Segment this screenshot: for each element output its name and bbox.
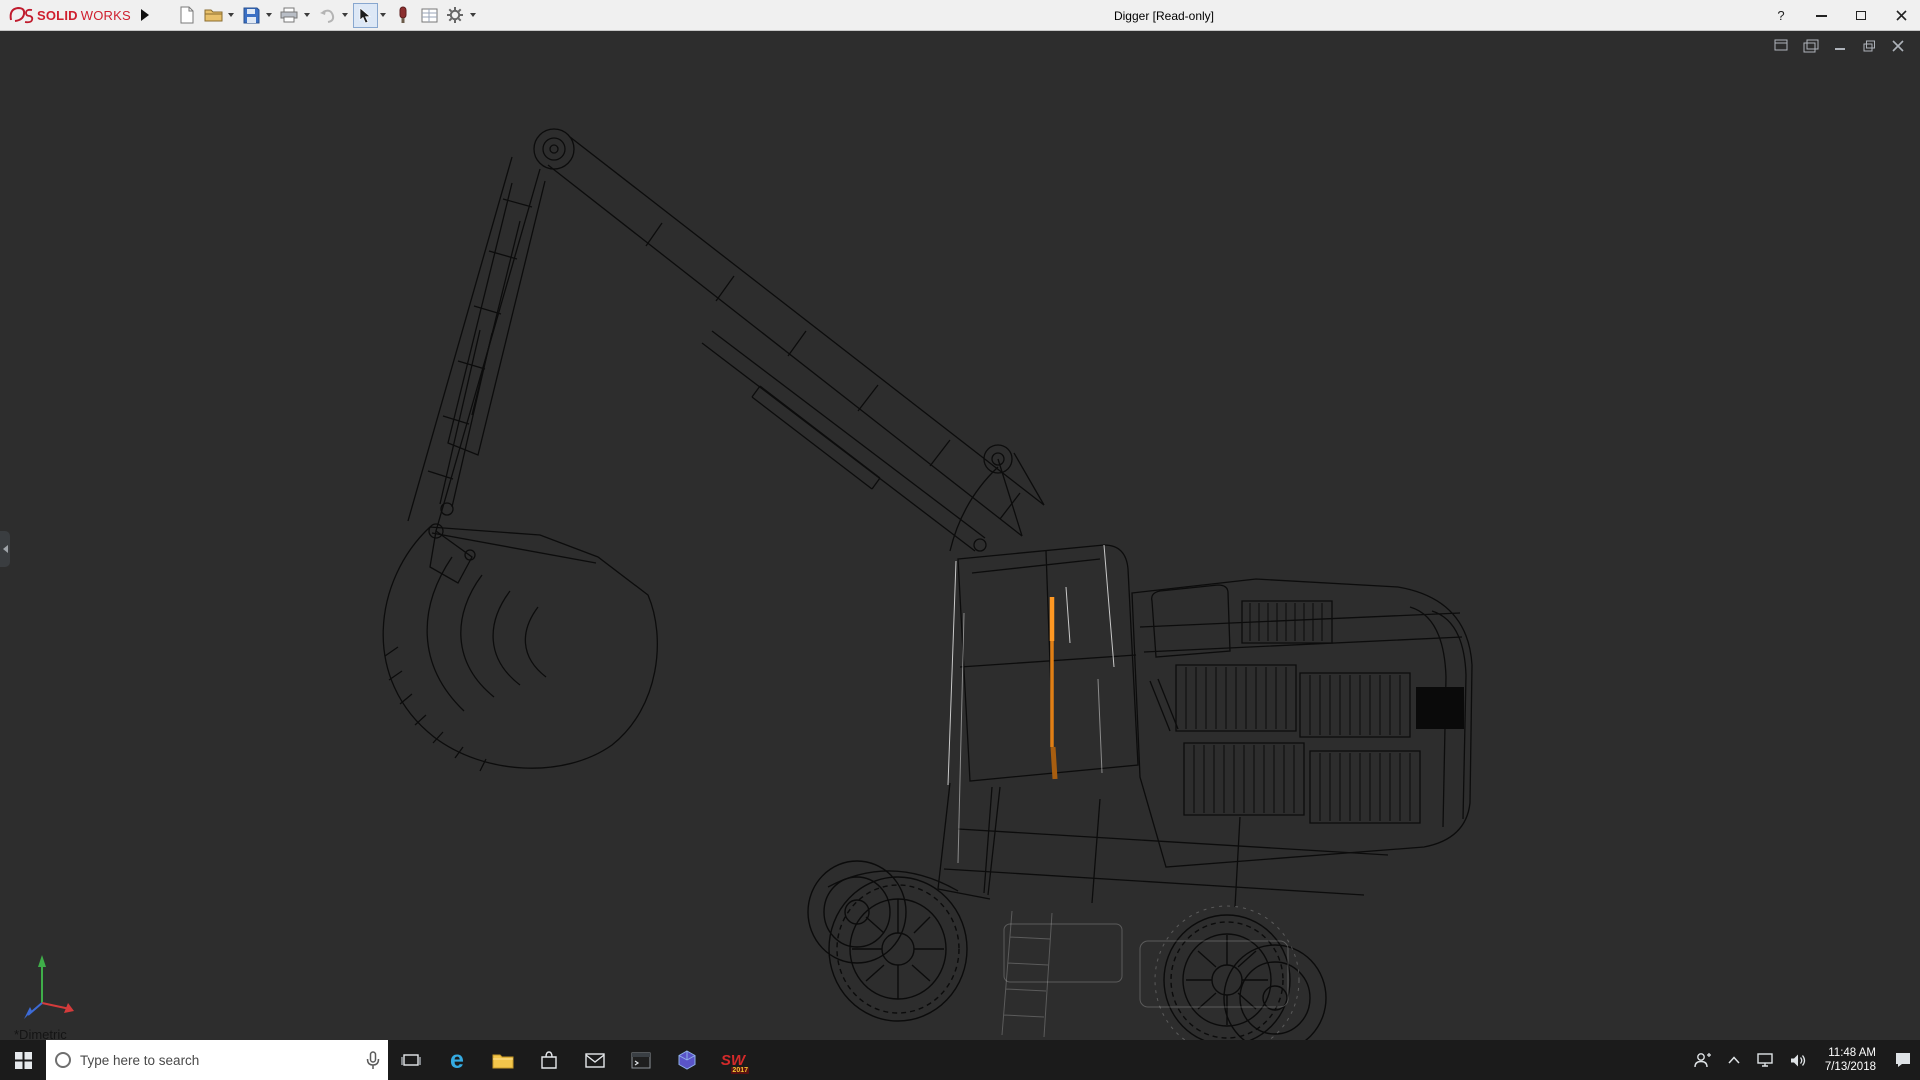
chevron-left-icon: [3, 545, 8, 553]
doc-close-button[interactable]: [1888, 37, 1908, 54]
view-orientation-label: *Dimetric: [14, 1027, 67, 1040]
quick-access-toolbar: [175, 3, 480, 28]
system-tray: 11:48 AM 7/13/2018: [1686, 1040, 1920, 1080]
new-document-icon: [179, 6, 195, 24]
mail-button[interactable]: [572, 1040, 618, 1080]
volume-icon: [1790, 1053, 1807, 1068]
task-view-icon: [401, 1052, 421, 1068]
cortana-circle-icon: [54, 1051, 72, 1069]
screen: SOLIDWORKS: [0, 0, 1920, 1080]
ds-logo-icon: [8, 5, 34, 25]
feature-panel-collapse-tab[interactable]: [0, 531, 10, 567]
edit-appearance-button[interactable]: [391, 3, 416, 28]
print-button[interactable]: [277, 3, 302, 28]
solidworks-brand: SOLIDWORKS: [0, 5, 131, 25]
people-icon: [1694, 1052, 1712, 1068]
minimize-icon: [1834, 40, 1846, 52]
solidworks-taskbar-button[interactable]: SW 2017: [710, 1040, 756, 1080]
cascade-icon: [1803, 39, 1819, 53]
clock-date: 7/13/2018: [1825, 1060, 1876, 1074]
menu-expander-icon[interactable]: [141, 9, 149, 21]
new-document-button[interactable]: [175, 3, 200, 28]
console-button[interactable]: [618, 1040, 664, 1080]
dropdown-caret[interactable]: [228, 13, 234, 17]
network-icon: [1756, 1053, 1774, 1068]
start-button[interactable]: [0, 1040, 46, 1080]
window-icon: [1774, 39, 1790, 53]
document-window-controls: [1772, 37, 1908, 54]
show-hidden-icons-button[interactable]: [1720, 1040, 1748, 1080]
help-button[interactable]: ?: [1772, 6, 1790, 26]
selected-edge-highlight: [1052, 597, 1055, 779]
dropdown-caret[interactable]: [266, 13, 272, 17]
window-controls: ?: [1772, 0, 1910, 31]
taskbar-clock[interactable]: 11:48 AM 7/13/2018: [1815, 1046, 1886, 1074]
edge-icon: e: [450, 1048, 464, 1073]
chevron-up-icon: [1728, 1056, 1740, 1064]
appearance-brush-icon: [397, 6, 409, 24]
titlebar: SOLIDWORKS: [0, 0, 1920, 31]
network-button[interactable]: [1748, 1040, 1782, 1080]
windows-start-icon: [15, 1052, 32, 1069]
dropdown-caret[interactable]: [380, 13, 386, 17]
brand-works-text: WORKS: [81, 8, 131, 23]
view-layout-button[interactable]: [417, 3, 442, 28]
select-button[interactable]: [353, 3, 378, 28]
undo-arrow-icon: [319, 8, 336, 23]
gear-icon: [446, 6, 464, 24]
taskbar-search[interactable]: [46, 1040, 388, 1080]
cursor-arrow-icon: [358, 7, 372, 24]
clock-time: 11:48 AM: [1825, 1046, 1876, 1060]
doc-minimize-button[interactable]: [1830, 37, 1850, 54]
graphics-viewport[interactable]: *Dimetric: [0, 31, 1920, 1040]
printer-icon: [280, 7, 298, 23]
3d-viewer-icon: [677, 1050, 697, 1070]
options-button[interactable]: [443, 3, 468, 28]
file-explorer-icon: [492, 1052, 514, 1069]
mail-envelope-icon: [585, 1053, 605, 1068]
task-view-button[interactable]: [388, 1040, 434, 1080]
save-floppy-icon: [243, 7, 260, 24]
save-button[interactable]: [239, 3, 264, 28]
store-button[interactable]: [526, 1040, 572, 1080]
store-bag-icon: [540, 1051, 558, 1069]
dropdown-caret[interactable]: [342, 13, 348, 17]
search-input[interactable]: [80, 1053, 358, 1068]
close-icon: [1892, 40, 1904, 52]
undo-button[interactable]: [315, 3, 340, 28]
grid-table-icon: [421, 8, 438, 23]
brand-solid-text: SOLID: [37, 8, 78, 23]
solidworks-year-badge: 2017: [731, 1067, 749, 1074]
orientation-triad[interactable]: [16, 949, 86, 1027]
cascade-window-button[interactable]: [1801, 37, 1821, 54]
doc-restore-button[interactable]: [1859, 37, 1879, 54]
action-center-icon: [1894, 1052, 1912, 1068]
volume-button[interactable]: [1782, 1040, 1815, 1080]
close-button[interactable]: [1892, 6, 1910, 26]
open-folder-icon: [204, 7, 223, 23]
restore-icon: [1863, 40, 1876, 52]
file-explorer-button[interactable]: [480, 1040, 526, 1080]
people-button[interactable]: [1686, 1040, 1720, 1080]
action-center-button[interactable]: [1886, 1040, 1920, 1080]
maximize-button[interactable]: [1852, 6, 1870, 26]
taskbar: e: [0, 1040, 1920, 1080]
console-icon: [631, 1052, 651, 1069]
3d-viewer-button[interactable]: [664, 1040, 710, 1080]
dropdown-caret[interactable]: [470, 13, 476, 17]
close-icon: [1896, 10, 1907, 21]
open-button[interactable]: [201, 3, 226, 28]
document-title: Digger [Read-only]: [1114, 9, 1214, 23]
solidworks-icon: SW 2017: [718, 1045, 748, 1075]
dropdown-caret[interactable]: [304, 13, 310, 17]
microphone-icon[interactable]: [366, 1051, 380, 1070]
minimize-button[interactable]: [1812, 6, 1830, 26]
edge-button[interactable]: e: [434, 1040, 480, 1080]
excavator-wireframe-model: [0, 31, 1920, 1040]
new-window-button[interactable]: [1772, 37, 1792, 54]
